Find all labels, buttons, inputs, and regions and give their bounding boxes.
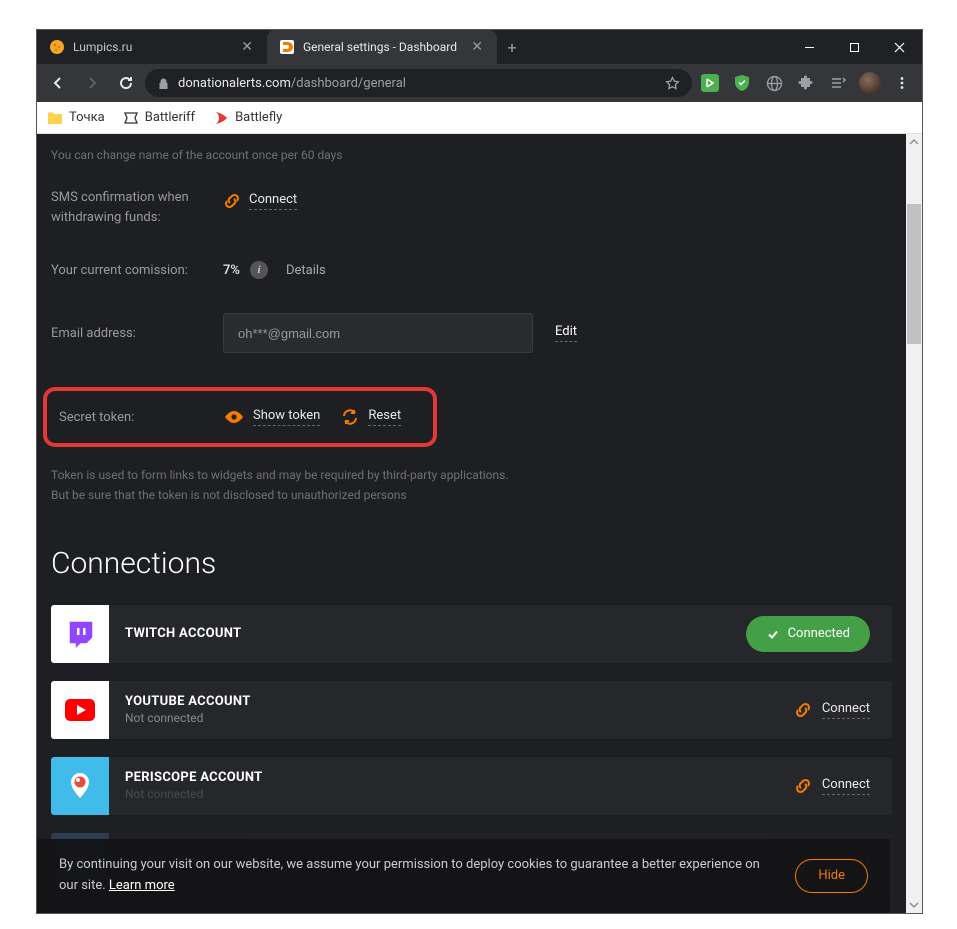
- scroll-up-icon[interactable]: [906, 134, 922, 150]
- reset-icon: [340, 407, 360, 427]
- info-icon[interactable]: i: [250, 261, 268, 279]
- page-content: You can change name of the account once …: [37, 134, 906, 913]
- tab-title: General settings - Dashboard: [303, 40, 461, 54]
- bookmark-label: Battleriff: [145, 110, 195, 125]
- edit-email-button[interactable]: Edit: [555, 324, 577, 342]
- url-text: donationalerts.com/dashboard/general: [178, 76, 406, 91]
- scrollbar-track[interactable]: [906, 134, 922, 913]
- shield-icon[interactable]: [728, 69, 756, 97]
- browser-tab-lumpics[interactable]: Lumpics.ru ✕: [37, 30, 267, 64]
- commission-value: 7%: [223, 263, 240, 278]
- connection-twitch: TWITCH ACCOUNT Connected: [51, 605, 892, 663]
- tab-title: Lumpics.ru: [73, 40, 231, 54]
- bookmark-item[interactable]: Battleriff: [123, 110, 195, 126]
- email-row: Email address: Edit: [51, 313, 892, 353]
- globe-icon[interactable]: [760, 69, 788, 97]
- connection-name: TWITCH ACCOUNT: [125, 626, 746, 641]
- hide-cookie-button[interactable]: Hide: [795, 859, 868, 893]
- connected-badge: Connected: [746, 616, 870, 652]
- bookmark-icon: [123, 110, 139, 126]
- youtube-icon: [51, 681, 109, 739]
- twitch-icon: [51, 605, 109, 663]
- viewport: You can change name of the account once …: [37, 134, 922, 913]
- favicon-donationalerts: [279, 39, 295, 55]
- browser-window: Lumpics.ru ✕ General settings - Dashboar…: [37, 30, 922, 913]
- sms-confirmation-row: SMS confirmation when withdrawing funds:…: [51, 188, 892, 227]
- extensions-icon[interactable]: [792, 69, 820, 97]
- extension-icon[interactable]: [696, 69, 724, 97]
- window-controls: [787, 30, 922, 64]
- link-icon: [223, 192, 241, 210]
- close-icon[interactable]: ✕: [469, 39, 485, 55]
- link-icon: [794, 777, 812, 795]
- learn-more-link[interactable]: Learn more: [109, 878, 175, 893]
- close-icon[interactable]: ✕: [239, 39, 255, 55]
- profile-avatar[interactable]: [856, 69, 884, 97]
- connection-status: Not connected: [125, 711, 794, 725]
- bookmark-item[interactable]: Battlefly: [213, 110, 282, 126]
- token-label: Secret token:: [59, 410, 223, 425]
- bookmark-label: Точка: [69, 110, 105, 125]
- periscope-icon: [51, 757, 109, 815]
- lock-icon: [157, 77, 170, 90]
- show-token-button[interactable]: Show token: [253, 408, 320, 426]
- menu-icon[interactable]: [888, 69, 916, 97]
- back-button[interactable]: [43, 68, 73, 98]
- bookmarks-bar: Точка Battleriff Battlefly: [37, 102, 922, 134]
- browser-titlebar: Lumpics.ru ✕ General settings - Dashboar…: [37, 30, 922, 64]
- connect-sms-button[interactable]: Connect: [249, 192, 297, 210]
- connect-label: Connect: [822, 701, 870, 719]
- connection-periscope: PERISCOPE ACCOUNT Not connected Connect: [51, 757, 892, 815]
- new-tab-button[interactable]: +: [497, 30, 527, 64]
- star-icon[interactable]: [665, 76, 680, 91]
- connect-periscope-button[interactable]: Connect: [794, 777, 870, 795]
- cookie-banner: By continuing your visit on our website,…: [37, 839, 890, 913]
- token-note: Token is used to form links to widgets a…: [51, 465, 892, 506]
- check-icon: [766, 627, 780, 641]
- details-link[interactable]: Details: [286, 263, 326, 278]
- connect-youtube-button[interactable]: Connect: [794, 701, 870, 719]
- connection-name: YOUTUBE ACCOUNT: [125, 694, 794, 709]
- minimize-button[interactable]: [787, 30, 832, 64]
- link-icon: [794, 701, 812, 719]
- connection-youtube: YOUTUBE ACCOUNT Not connected Connect: [51, 681, 892, 739]
- close-window-button[interactable]: [877, 30, 922, 64]
- reset-token-button[interactable]: Reset: [368, 408, 401, 426]
- favicon-lumpics: [49, 39, 65, 55]
- email-label: Email address:: [51, 326, 223, 341]
- bookmark-icon: [213, 110, 229, 126]
- reading-list-icon[interactable]: [824, 69, 852, 97]
- scroll-down-icon[interactable]: [906, 897, 922, 913]
- browser-toolbar: donationalerts.com/dashboard/general: [37, 64, 922, 102]
- scrollbar-thumb[interactable]: [907, 204, 921, 344]
- bookmark-item[interactable]: Точка: [47, 110, 105, 126]
- address-bar[interactable]: donationalerts.com/dashboard/general: [145, 69, 692, 97]
- commission-label: Your current comission:: [51, 263, 223, 278]
- cookie-text: By continuing your visit on our website,…: [59, 855, 775, 897]
- eye-icon: [223, 409, 245, 425]
- secret-token-highlight: Secret token: Show token Reset: [43, 387, 437, 447]
- reload-button[interactable]: [111, 68, 141, 98]
- email-input[interactable]: [223, 313, 533, 353]
- name-change-hint: You can change name of the account once …: [51, 148, 892, 162]
- connections-title: Connections: [51, 546, 892, 581]
- connect-label: Connect: [822, 777, 870, 795]
- bookmark-label: Battlefly: [235, 110, 282, 125]
- folder-icon: [47, 110, 63, 126]
- commission-row: Your current comission: 7% i Details: [51, 261, 892, 279]
- maximize-button[interactable]: [832, 30, 877, 64]
- browser-tab-dashboard[interactable]: General settings - Dashboard ✕: [267, 30, 497, 64]
- forward-button[interactable]: [77, 68, 107, 98]
- sms-label: SMS confirmation when withdrawing funds:: [51, 188, 223, 227]
- connection-name: PERISCOPE ACCOUNT: [125, 770, 794, 785]
- connection-status: Not connected: [125, 787, 794, 801]
